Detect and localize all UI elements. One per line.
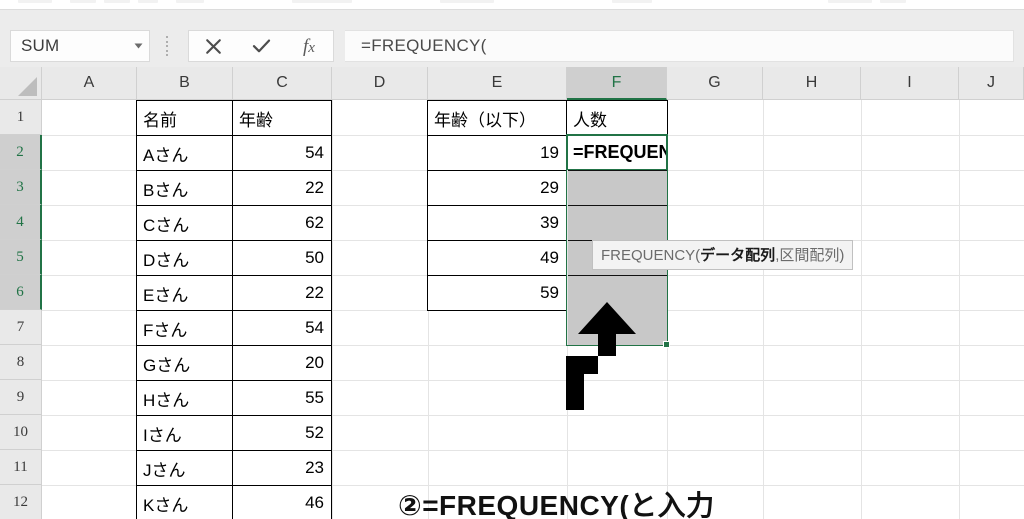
- worksheet-grid: A B C D E F G H I J 1 2 3 4 5 6 7 8 9 10…: [0, 67, 1024, 519]
- row-header-2[interactable]: 2: [0, 135, 42, 170]
- annotation-arrow: [548, 300, 668, 415]
- row-header-9[interactable]: 9: [0, 380, 42, 415]
- formula-bar-area: SUM fx =FREQUENCY(: [0, 10, 1024, 67]
- annotation-text: ②=FREQUENCY(と入力: [398, 490, 715, 519]
- cell-c11[interactable]: 23: [232, 450, 332, 486]
- cell-b9[interactable]: Hさん: [136, 380, 233, 416]
- cell-c7[interactable]: 54: [232, 310, 332, 346]
- cell-f1[interactable]: 人数: [566, 100, 668, 136]
- column-header-j[interactable]: J: [959, 67, 1024, 100]
- name-box[interactable]: SUM: [10, 30, 150, 62]
- cell-b2[interactable]: Aさん: [136, 135, 233, 171]
- cell-e1[interactable]: 年齢（以下）: [427, 100, 567, 136]
- formula-input[interactable]: =FREQUENCY(: [345, 30, 1014, 62]
- row-header-12[interactable]: 12: [0, 485, 42, 519]
- tooltip-arg2: 区間配列: [779, 247, 840, 264]
- row-header-10[interactable]: 10: [0, 415, 42, 450]
- cell-c10[interactable]: 52: [232, 415, 332, 451]
- row-header-4[interactable]: 4: [0, 205, 42, 240]
- row-header-11[interactable]: 11: [0, 450, 42, 485]
- tooltip-arg1: データ配列: [700, 247, 776, 264]
- cell-e6[interactable]: 59: [427, 275, 567, 311]
- cell-c5[interactable]: 50: [232, 240, 332, 276]
- insert-function-button[interactable]: fx: [289, 31, 329, 61]
- cell-b3[interactable]: Bさん: [136, 170, 233, 206]
- column-header-f[interactable]: F: [567, 67, 667, 100]
- column-header-i[interactable]: I: [861, 67, 959, 100]
- cell-c9[interactable]: 55: [232, 380, 332, 416]
- ribbon-remnant: [0, 0, 1024, 10]
- cell-b11[interactable]: Jさん: [136, 450, 233, 486]
- cell-b4[interactable]: Cさん: [136, 205, 233, 241]
- cell-b10[interactable]: Iさん: [136, 415, 233, 451]
- cell-f2-active[interactable]: =FREQUENCY(: [567, 135, 667, 170]
- row-header-3[interactable]: 3: [0, 170, 42, 205]
- cell-b6[interactable]: Eさん: [136, 275, 233, 311]
- cell-b1[interactable]: 名前: [136, 100, 233, 136]
- cell-c6[interactable]: 22: [232, 275, 332, 311]
- column-headers: A B C D E F G H I J: [0, 67, 1024, 100]
- cell-e5[interactable]: 49: [427, 240, 567, 276]
- formula-bar-grip[interactable]: [164, 36, 170, 56]
- cell-f2-text: =FREQUENCY(: [573, 142, 666, 162]
- cell-b12[interactable]: Kさん: [136, 485, 233, 519]
- column-header-g[interactable]: G: [667, 67, 763, 100]
- cell-c3[interactable]: 22: [232, 170, 332, 206]
- column-header-e[interactable]: E: [428, 67, 567, 100]
- tooltip-suffix: ): [839, 247, 845, 264]
- column-header-d[interactable]: D: [332, 67, 428, 100]
- row-header-7[interactable]: 7: [0, 310, 42, 345]
- cell-c12[interactable]: 46: [232, 485, 332, 519]
- cell-b8[interactable]: Gさん: [136, 345, 233, 381]
- function-tooltip: FREQUENCY(データ配列, 区間配列): [592, 240, 854, 270]
- column-header-h[interactable]: H: [763, 67, 861, 100]
- select-all-corner[interactable]: [0, 67, 42, 100]
- row-headers: 1 2 3 4 5 6 7 8 9 10 11 12: [0, 100, 42, 519]
- row-header-1[interactable]: 1: [0, 100, 42, 135]
- formula-input-value: =FREQUENCY(: [361, 36, 487, 55]
- cancel-button[interactable]: [193, 31, 233, 61]
- cell-c2[interactable]: 54: [232, 135, 332, 171]
- chevron-down-icon[interactable]: [127, 31, 149, 61]
- excel-window: SUM fx =FREQUENCY(A B C D E F G H I J 1…: [0, 0, 1024, 519]
- column-header-b[interactable]: B: [137, 67, 233, 100]
- row-header-5[interactable]: 5: [0, 240, 42, 275]
- confirm-button[interactable]: [241, 31, 281, 61]
- cell-e2[interactable]: 19: [427, 135, 567, 171]
- column-header-a[interactable]: A: [42, 67, 137, 100]
- tooltip-prefix: FREQUENCY(: [601, 247, 701, 264]
- cell-c8[interactable]: 20: [232, 345, 332, 381]
- formula-action-buttons: fx: [188, 30, 334, 62]
- cell-b7[interactable]: Fさん: [136, 310, 233, 346]
- cell-e3[interactable]: 29: [427, 170, 567, 206]
- row-header-6[interactable]: 6: [0, 275, 42, 310]
- row-header-8[interactable]: 8: [0, 345, 42, 380]
- cell-b5[interactable]: Dさん: [136, 240, 233, 276]
- name-box-value: SUM: [21, 36, 60, 55]
- cell-e4[interactable]: 39: [427, 205, 567, 241]
- cell-c4[interactable]: 62: [232, 205, 332, 241]
- column-header-c[interactable]: C: [233, 67, 332, 100]
- cell-c1[interactable]: 年齢: [232, 100, 332, 136]
